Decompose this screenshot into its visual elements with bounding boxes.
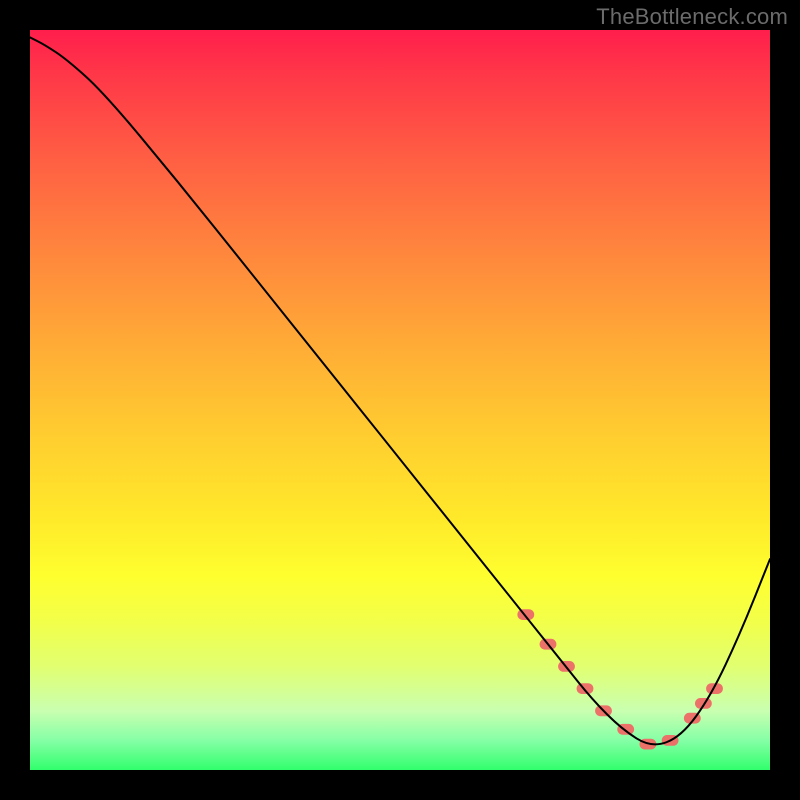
chart-container: TheBottleneck.com (0, 0, 800, 800)
watermark-text: TheBottleneck.com (596, 4, 788, 30)
plot-area (30, 30, 770, 770)
marker-dot (517, 609, 534, 620)
marker-group (517, 609, 722, 749)
marker-dot (577, 683, 594, 694)
chart-overlay-svg (30, 30, 770, 770)
bottleneck-curve (30, 37, 770, 744)
